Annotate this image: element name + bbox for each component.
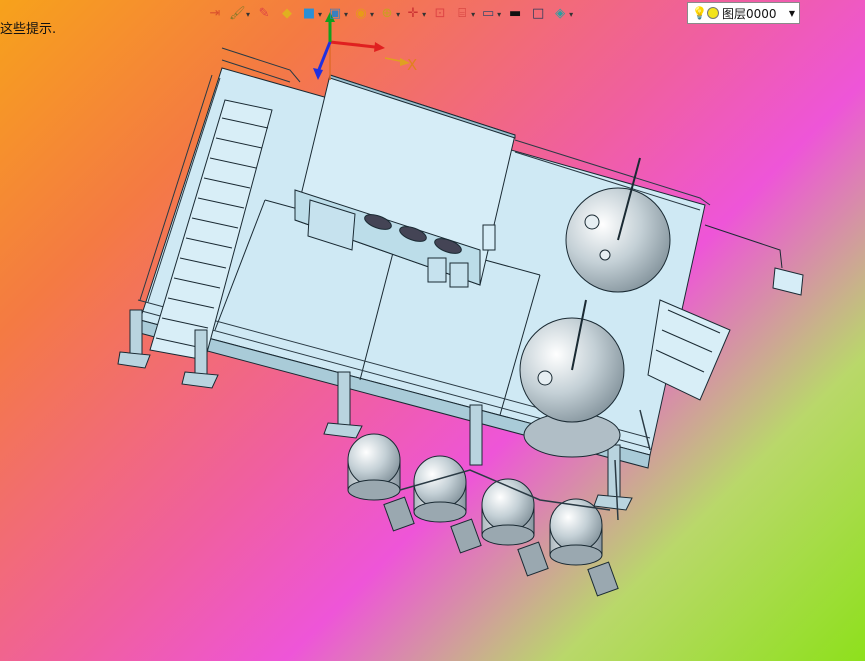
exit-button[interactable]: ⇥ — [205, 3, 225, 25]
layer-name: 图层0000 — [722, 6, 777, 21]
pen-icon: ✎ — [258, 6, 270, 21]
chevron-down-icon[interactable]: ▾ — [318, 10, 322, 19]
x-axis-label: X — [407, 56, 417, 74]
axis-icon: ✛ — [407, 6, 419, 21]
line-weight-button[interactable]: ▬ — [505, 3, 525, 25]
chevron-down-icon[interactable]: ▾ — [569, 10, 573, 19]
cube-blue-button[interactable]: ■ ▾ — [300, 3, 323, 25]
hint-text: 这些提示. — [0, 22, 57, 37]
box-yellow-icon: ◆ — [282, 6, 293, 21]
exit-icon: ⇥ — [209, 6, 221, 21]
3d-model-view[interactable]: X — [0, 0, 865, 661]
graphics-viewport[interactable]: X 这些提示. ⇥ 🖌 ▾ ✎ ◆ ■ ▾ ▣ ▾ ◉ ▾ ⊕ ▾ ✛ ▾ ⊡ ⌸ ▾ ▭ ▾ ▬ □ ◈ ▾ 💡 图层000… — [0, 0, 865, 661]
monitor-button[interactable]: ▭ ▾ — [479, 3, 502, 25]
layer-stack-button[interactable]: ◈ ▾ — [551, 3, 574, 25]
chevron-down-icon[interactable]: ▾ — [497, 10, 501, 19]
chevron-down-icon[interactable]: ▾ — [344, 10, 348, 19]
fit-icon: ⊡ — [434, 6, 446, 21]
zoom-button[interactable]: ⊕ ▾ — [378, 3, 401, 25]
layer-stack-icon: ◈ — [555, 6, 566, 21]
zoom-icon: ⊕ — [381, 6, 393, 21]
chevron-down-icon[interactable]: ▾ — [246, 10, 250, 19]
paint-icon: 🖌 — [229, 6, 246, 21]
control-panel-box — [704, 224, 804, 296]
chevron-down-icon[interactable]: ▾ — [396, 10, 400, 19]
section-button[interactable]: ⌸ ▾ — [453, 3, 476, 25]
small-tank-4 — [549, 498, 619, 597]
section-icon: ⌸ — [458, 6, 466, 21]
render-ball-button[interactable]: ◉ ▾ — [352, 3, 375, 25]
pen-button[interactable]: ✎ — [254, 3, 274, 25]
color-swatch-icon: □ — [531, 6, 545, 21]
chevron-down-icon[interactable]: ▾ — [370, 10, 374, 19]
color-swatch-button[interactable]: □ — [528, 3, 548, 25]
render-ball-icon: ◉ — [355, 6, 367, 21]
view-cube-icon: ▣ — [328, 6, 342, 21]
box-yellow-button[interactable]: ◆ — [277, 3, 297, 25]
layer-color-icon — [707, 7, 719, 19]
monitor-icon: ▭ — [481, 6, 495, 21]
z-axis-arrow — [316, 41, 332, 73]
chevron-down-icon[interactable]: ▼ — [785, 9, 799, 18]
lightbulb-icon[interactable]: 💡 — [692, 6, 707, 20]
chevron-down-icon[interactable]: ▾ — [471, 10, 475, 19]
cube-blue-icon: ■ — [302, 6, 316, 21]
view-toolbar: ⇥ 🖌 ▾ ✎ ◆ ■ ▾ ▣ ▾ ◉ ▾ ⊕ ▾ ✛ ▾ ⊡ ⌸ ▾ ▭ ▾ ▬ □ ◈ ▾ — [205, 2, 574, 26]
chevron-down-icon[interactable]: ▾ — [422, 10, 426, 19]
view-cube-button[interactable]: ▣ ▾ — [326, 3, 349, 25]
axis-button[interactable]: ✛ ▾ — [404, 3, 427, 25]
layer-selector[interactable]: 💡 图层0000 ▼ — [687, 2, 800, 24]
line-weight-icon: ▬ — [508, 6, 522, 21]
small-tank-1 — [347, 433, 415, 532]
paint-button[interactable]: 🖌 ▾ — [228, 3, 251, 25]
small-tank-3 — [481, 478, 549, 577]
fit-button[interactable]: ⊡ — [430, 3, 450, 25]
